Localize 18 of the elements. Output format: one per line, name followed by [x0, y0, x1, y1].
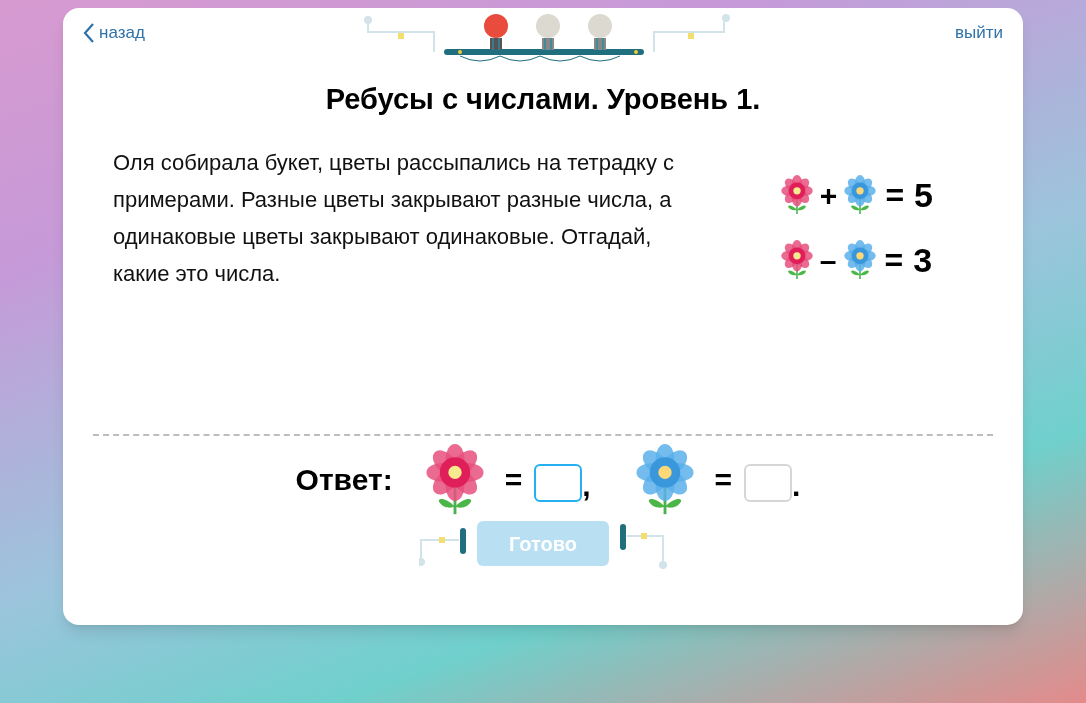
punctuation-mark: .: [792, 467, 801, 504]
equals-sign: =: [504, 461, 523, 498]
answer-label: Ответ:: [295, 462, 393, 498]
equals-sign: =: [884, 241, 904, 280]
chevron-left-icon: [83, 21, 95, 44]
punctuation-mark: ,: [582, 467, 591, 504]
equals-sign: =: [714, 461, 733, 498]
operator-sign: –: [819, 242, 837, 279]
answer-field[interactable]: [534, 463, 583, 502]
operator-sign: +: [819, 177, 838, 214]
back-link[interactable]: назад: [83, 20, 145, 46]
problem-text: Оля собирала букет, цветы рассыпались на тетрадку с примерами. Разные цветы закрывают разные числа, а одинаковые цветы закрывают одинаковые. Отгадай, какие это числа.: [113, 148, 675, 288]
task-title: Ребусы с числами. Уровень 1.: [324, 82, 762, 117]
exit-link[interactable]: выйти: [954, 20, 1003, 46]
equation-result: 5: [914, 174, 933, 216]
answer-field[interactable]: [744, 463, 793, 502]
equation-result: 3: [913, 239, 933, 281]
equals-sign: =: [885, 176, 905, 215]
